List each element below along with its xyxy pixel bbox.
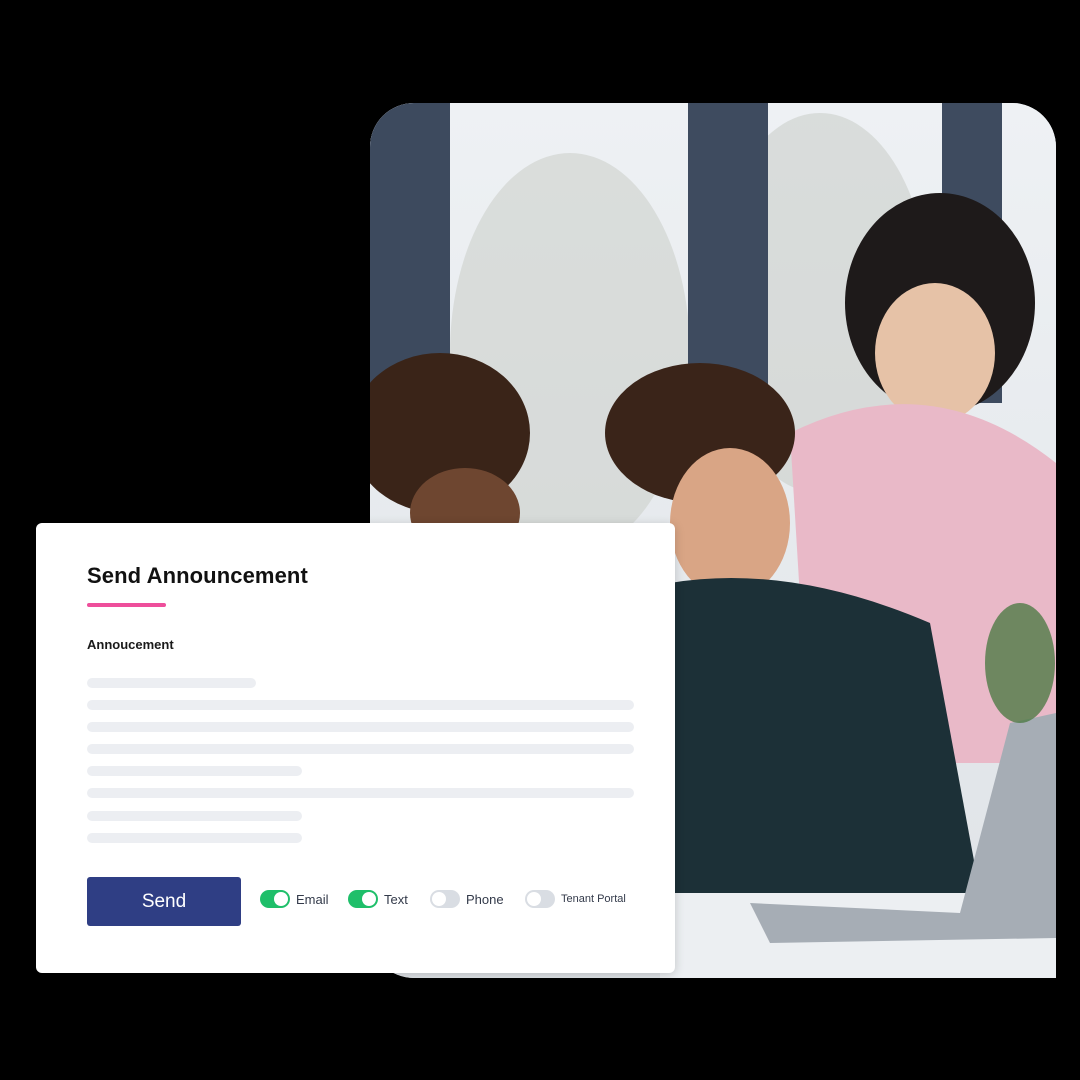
tenant-portal-label: Tenant Portal (561, 893, 626, 905)
placeholder-line (87, 811, 302, 821)
title-underline (87, 603, 166, 607)
toggle-knob (527, 892, 541, 906)
email-toggle[interactable] (260, 890, 290, 908)
channel-text[interactable]: Text (348, 890, 408, 908)
send-button[interactable]: Send (87, 877, 241, 926)
placeholder-line (87, 744, 634, 754)
toggle-knob (274, 892, 288, 906)
text-label: Text (384, 891, 408, 907)
placeholder-line (87, 700, 634, 710)
placeholder-line (87, 833, 302, 843)
send-announcement-card: Send Announcement Annoucement Send Email… (36, 523, 675, 973)
channel-email[interactable]: Email (260, 890, 329, 908)
placeholder-line (87, 722, 634, 732)
card-title: Send Announcement (87, 563, 308, 588)
placeholder-line (87, 766, 302, 776)
placeholder-line (87, 678, 256, 688)
channel-tenant-portal[interactable]: Tenant Portal (525, 890, 626, 908)
toggle-knob (362, 892, 376, 906)
phone-toggle[interactable] (430, 890, 460, 908)
text-toggle[interactable] (348, 890, 378, 908)
tenant-portal-toggle[interactable] (525, 890, 555, 908)
phone-label: Phone (466, 891, 504, 907)
toggle-knob (432, 892, 446, 906)
email-label: Email (296, 891, 329, 907)
announcement-field-label: Annoucement (87, 637, 174, 652)
channel-phone[interactable]: Phone (430, 890, 504, 908)
placeholder-line (87, 788, 634, 798)
